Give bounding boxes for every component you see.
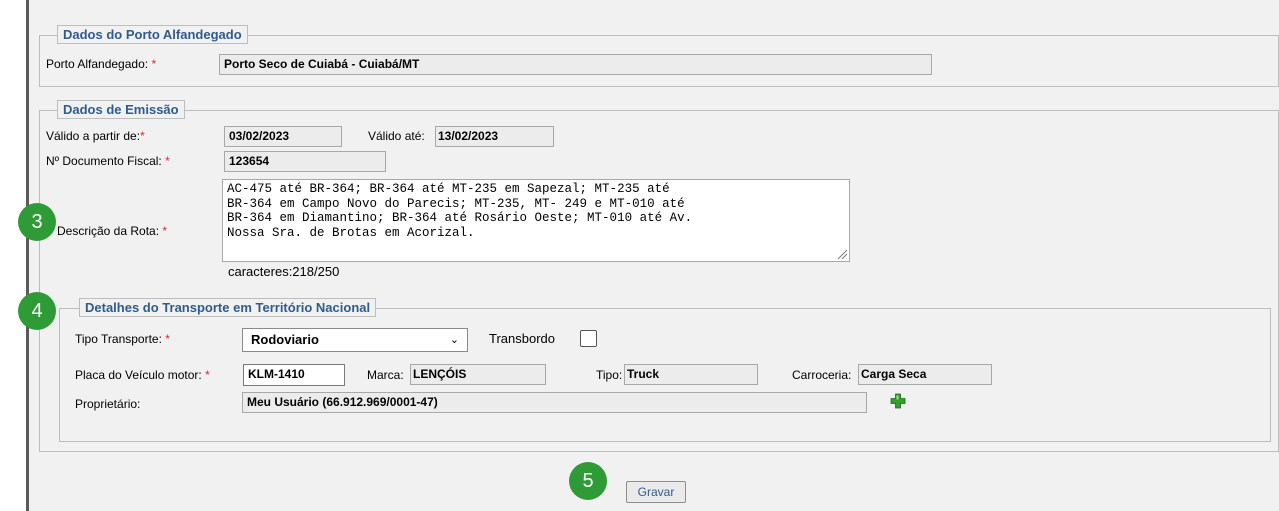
- doc-fiscal-label: Nº Documento Fiscal: *: [46, 154, 170, 168]
- valido-ate-field: 13/02/2023: [435, 126, 554, 147]
- porto-label: Porto Alfandegado: *: [46, 57, 157, 71]
- carroceria-field: Carga Seca: [858, 364, 992, 385]
- transbordo-label: Transbordo: [489, 331, 555, 346]
- resize-grip-icon[interactable]: [837, 249, 847, 259]
- emissao-legend: Dados de Emissão: [57, 100, 185, 119]
- doc-fiscal-field: 123654: [224, 151, 386, 172]
- placa-input[interactable]: KLM-1410: [243, 364, 345, 386]
- tipo-transporte-label: Tipo Transporte: *: [75, 332, 170, 346]
- tipo-veiculo-label: Tipo:: [596, 368, 623, 382]
- porto-legend: Dados do Porto Alfandegado: [57, 25, 248, 44]
- porto-field: Porto Seco de Cuiabá - Cuiabá/MT: [219, 54, 932, 75]
- char-counter: caracteres:218/250: [228, 264, 340, 279]
- proprietario-label: Proprietário:: [75, 397, 141, 411]
- valido-de-label: Válido a partir de:*: [46, 129, 145, 143]
- placa-label: Placa do Veículo motor: *: [75, 368, 210, 382]
- valido-ate-label: Válido até:: [368, 129, 425, 143]
- save-button[interactable]: Gravar: [626, 481, 686, 503]
- carroceria-label: Carroceria:: [792, 368, 852, 382]
- step-badge-5: 5: [569, 462, 607, 500]
- rota-textarea[interactable]: AC-475 até BR-364; BR-364 até MT-235 em …: [222, 179, 850, 262]
- chevron-down-icon: ⌄: [449, 334, 459, 346]
- transbordo-checkbox[interactable]: [580, 330, 597, 347]
- tipo-transporte-select[interactable]: Rodoviario ⌄: [242, 328, 468, 352]
- tipo-transporte-value: Rodoviario: [251, 332, 319, 347]
- tipo-veiculo-field: Truck: [624, 364, 758, 385]
- step-badge-4: 4: [18, 292, 56, 330]
- valido-de-field: 03/02/2023: [224, 126, 342, 147]
- step-badge-3: 3: [18, 203, 56, 241]
- transporte-legend: Detalhes do Transporte em Território Nac…: [79, 298, 377, 317]
- proprietario-field: Meu Usuário (66.912.969/0001-47): [242, 392, 867, 413]
- marca-field: LENÇÓIS: [410, 364, 546, 385]
- marca-label: Marca:: [367, 368, 404, 382]
- main-panel: Dados do Porto Alfandegado Porto Alfande…: [29, 0, 1279, 511]
- green-plus-icon[interactable]: [890, 393, 906, 409]
- rota-label: Descrição da Rota: *: [57, 224, 168, 238]
